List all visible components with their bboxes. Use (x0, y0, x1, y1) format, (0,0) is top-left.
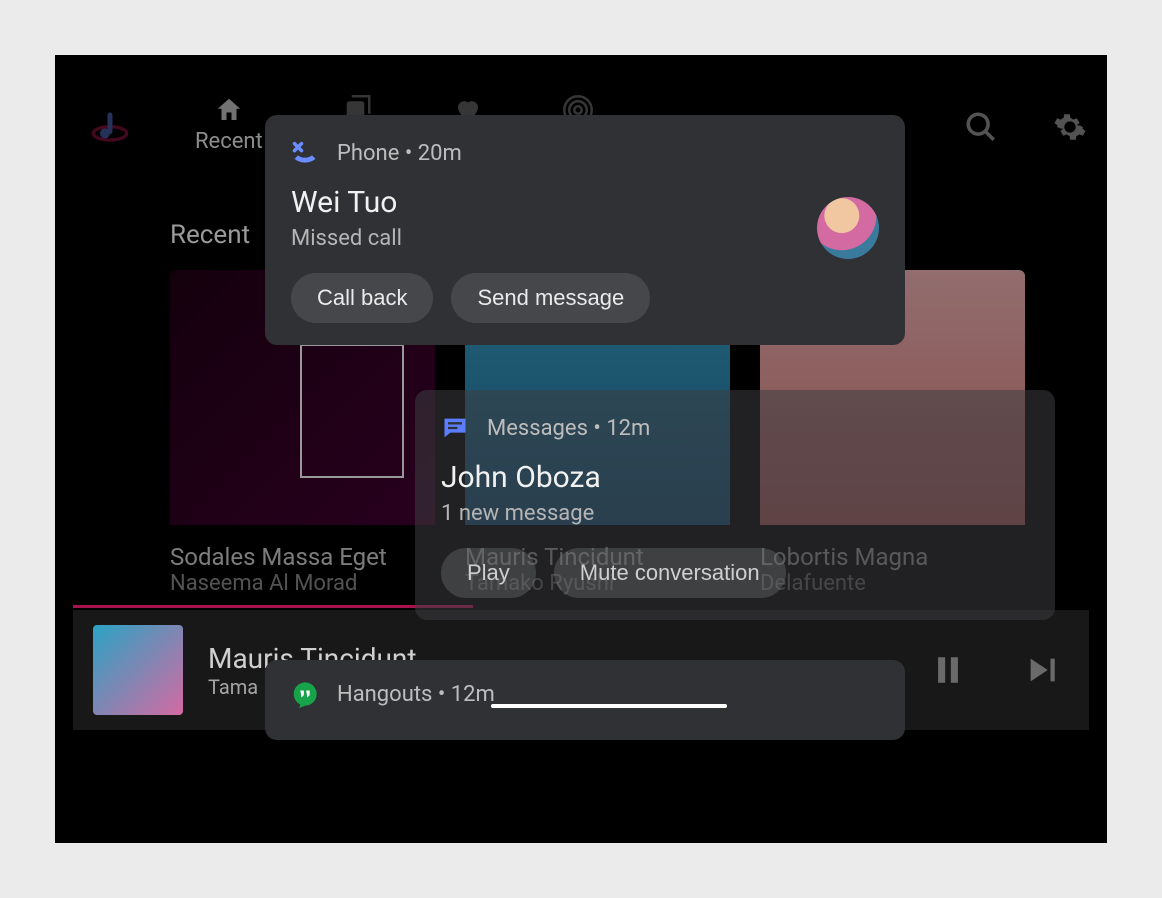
app-logo-icon (90, 110, 130, 150)
notif-actions: Play Mute conversation (441, 548, 1029, 598)
avatar (817, 197, 879, 259)
playback-controls (931, 653, 1059, 687)
notif-time: 12m (451, 682, 495, 707)
now-playing-art (93, 625, 183, 715)
notif-subtitle: 1 new message (441, 501, 1029, 526)
top-actions (964, 110, 1087, 144)
notif-app: Hangouts (337, 682, 432, 707)
notification-hangouts[interactable]: Hangouts • 12m (265, 660, 905, 740)
skip-next-icon[interactable] (1025, 653, 1059, 687)
section-title: Recent (170, 220, 250, 250)
album-artist: Naseema Al Morad (170, 571, 435, 596)
media-scrubber[interactable] (491, 704, 727, 708)
notif-actions: Call back Send message (291, 273, 879, 323)
notif-app: Messages (487, 416, 588, 441)
notif-title: John Oboza (441, 460, 1029, 495)
play-button[interactable]: Play (441, 548, 536, 598)
messages-icon (441, 414, 469, 442)
send-message-button[interactable]: Send message (451, 273, 650, 323)
hangouts-icon (291, 680, 319, 708)
gear-icon[interactable] (1053, 110, 1087, 144)
notif-header: Phone • 20m (291, 139, 879, 167)
tab-label: Recent (195, 129, 263, 154)
notif-title: Wei Tuo (291, 185, 879, 220)
progress-accent (73, 605, 473, 608)
home-icon (214, 95, 244, 125)
notif-time: 20m (418, 141, 462, 166)
call-back-button[interactable]: Call back (291, 273, 433, 323)
notif-app: Phone (337, 141, 399, 166)
tab-recent[interactable]: Recent (195, 95, 263, 154)
album-title: Sodales Massa Eget (170, 543, 435, 571)
device-frame: Recent Recent LOREM IPSUM. Sodales Massa… (55, 55, 1107, 843)
notif-subtitle: Missed call (291, 226, 879, 251)
notif-header: Messages • 12m (441, 414, 1029, 442)
now-playing-artist: Tama (208, 675, 258, 699)
pause-icon[interactable] (931, 653, 965, 687)
phone-missed-icon (291, 139, 319, 167)
notification-messages[interactable]: Messages • 12m John Oboza 1 new message … (415, 390, 1055, 620)
mute-conversation-button[interactable]: Mute conversation (554, 548, 786, 598)
search-icon[interactable] (964, 110, 998, 144)
notif-time: 12m (606, 416, 650, 441)
notification-phone[interactable]: Phone • 20m Wei Tuo Missed call Call bac… (265, 115, 905, 345)
